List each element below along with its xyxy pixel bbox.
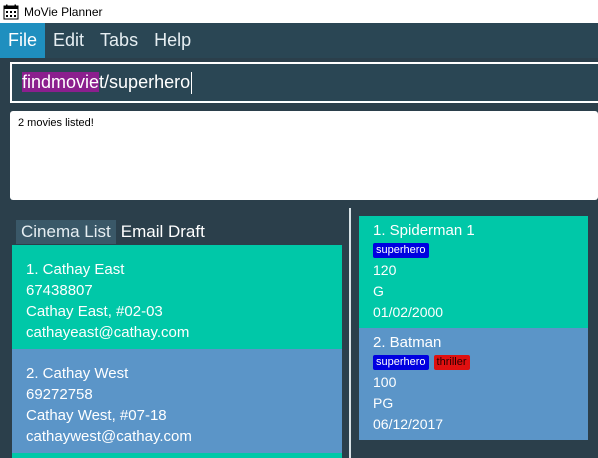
movie-rating: G <box>373 283 384 299</box>
movie-card[interactable]: 1. Spiderman 1 superhero 120 G 01/02/200… <box>359 216 588 328</box>
cinema-name: 2. Cathay West <box>26 365 129 382</box>
menu-bar: File Edit Tabs Help <box>0 23 598 58</box>
cinema-list[interactable]: 1. Cathay East 67438807 Cathay East, #02… <box>12 245 342 458</box>
result-message: 2 movies listed! <box>18 117 94 129</box>
command-args: t/superhero <box>99 72 191 92</box>
tab-email-draft[interactable]: Email Draft <box>116 220 210 244</box>
command-input[interactable]: findmoviet/superhero <box>10 62 598 103</box>
movie-duration: 120 <box>373 262 397 278</box>
tab-bar: Cinema List Email Draft <box>16 220 210 244</box>
cinema-email: cathaywest@cathay.com <box>26 428 192 445</box>
movie-duration: 100 <box>373 374 397 390</box>
cinema-card[interactable]: 1. Cathay East 67438807 Cathay East, #02… <box>12 245 342 349</box>
tag-thriller: thriller <box>433 355 470 370</box>
cinema-address: Cathay East, #02-03 <box>26 303 163 320</box>
cinema-phone: 69272758 <box>26 386 93 403</box>
left-panel: Cinema List Email Draft 1. Cathay East 6… <box>0 208 350 458</box>
cinema-phone: 67438807 <box>26 282 93 299</box>
cinema-name: 1. Cathay East <box>26 261 125 278</box>
cinema-address: Cathay West, #07-18 <box>26 407 167 424</box>
tag-superhero: superhero <box>373 355 429 370</box>
movie-card[interactable]: 2. Batman superhero thriller 100 PG 06/1… <box>359 328 588 440</box>
cinema-email: cathayeast@cathay.com <box>26 324 190 341</box>
menu-help[interactable]: Help <box>146 23 199 58</box>
movie-list[interactable]: 1. Spiderman 1 superhero 120 G 01/02/200… <box>359 216 588 458</box>
movie-date: 01/02/2000 <box>373 304 444 320</box>
movie-name: 2. Batman <box>373 334 442 351</box>
movie-date: 06/12/2017 <box>373 416 444 432</box>
tab-cinema-list[interactable]: Cinema List <box>16 220 116 244</box>
menu-edit[interactable]: Edit <box>45 23 92 58</box>
movie-name: 1. Spiderman 1 <box>373 222 475 239</box>
cinema-card-partial <box>12 453 342 458</box>
command-keyword-highlight: findmovie <box>22 72 100 92</box>
panel-divider[interactable] <box>349 208 351 458</box>
menu-tabs[interactable]: Tabs <box>92 23 146 58</box>
cinema-card[interactable]: 2. Cathay West 69272758 Cathay West, #07… <box>12 349 342 453</box>
text-caret <box>191 71 193 94</box>
movie-tags: superhero <box>373 243 574 258</box>
result-display: 2 movies listed! <box>10 111 598 200</box>
title-bar: MoVie Planner <box>0 0 598 23</box>
tag-superhero: superhero <box>373 243 429 258</box>
movie-tags: superhero thriller <box>373 355 574 370</box>
calendar-icon <box>3 4 19 19</box>
window-title: MoVie Planner <box>24 4 103 19</box>
menu-file[interactable]: File <box>0 23 46 58</box>
movie-rating: PG <box>373 395 394 411</box>
